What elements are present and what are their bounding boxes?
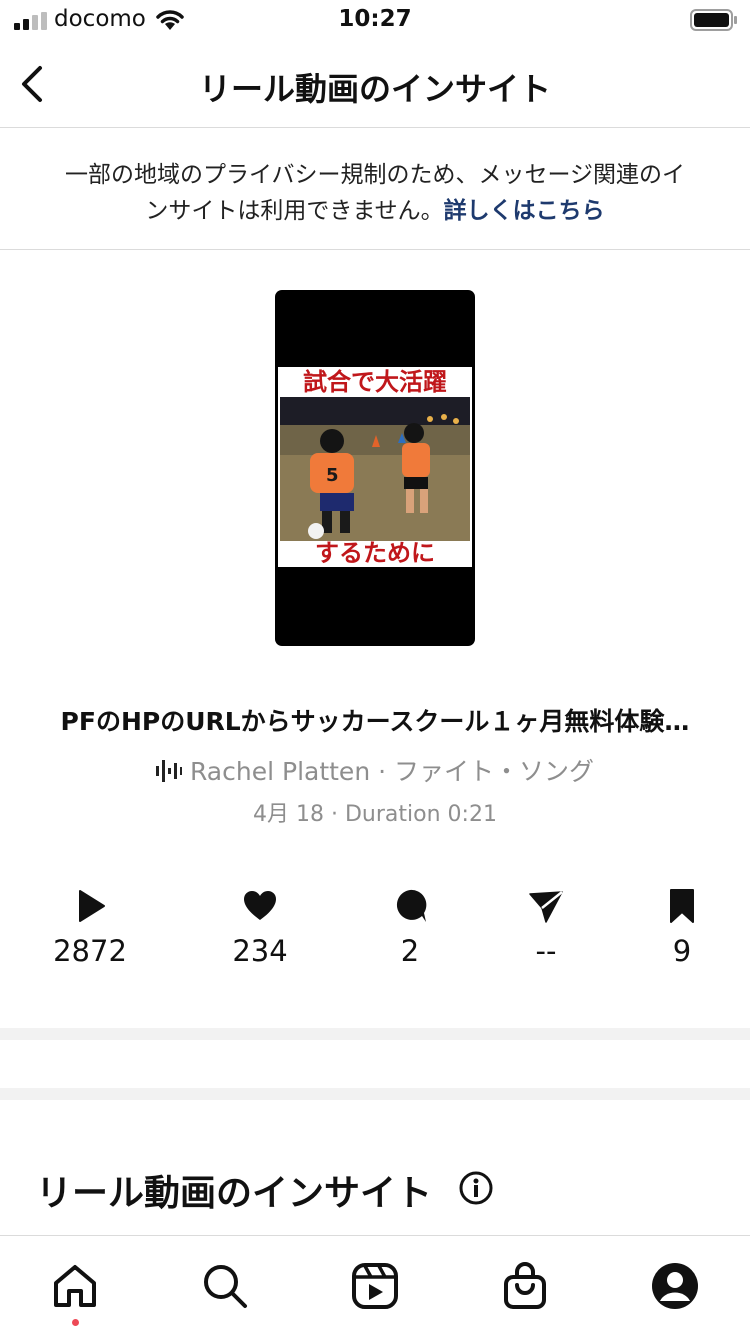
battery-icon [690,9,737,31]
post-caption: PFのHPのURLからサッカースクール１ヶ月無料体験… [60,707,690,736]
audio-wave-icon [155,760,182,782]
comments-count: 2 [400,934,420,968]
soccer-photo: 5 [280,397,470,541]
stat-shares: -- [486,886,606,968]
tab-shop[interactable] [500,1261,550,1311]
svg-text:5: 5 [326,465,339,486]
insights-heading: リール動画のインサイト [36,1173,433,1214]
page-title: リール動画のインサイト [198,70,551,108]
stat-plays: 2872 [30,886,150,968]
shares-count: -- [535,934,557,968]
section-divider [0,1088,750,1100]
privacy-notice: 一部の地域のプライバシー規制のため、メッセージ関連のインサイトは利用できません。… [0,129,750,250]
stat-comments: 2 [350,886,470,968]
stat-saves: 9 [622,886,742,968]
info-icon[interactable] [458,1170,494,1206]
notification-dot [72,1319,79,1326]
thumbnail-caption-bottom: するために [315,539,435,567]
status-bar: docomo 10:27 [0,0,750,40]
profile-icon [652,1263,698,1309]
plays-count: 2872 [53,934,127,968]
reel-thumbnail[interactable]: 試合で大活躍 5 するために [275,290,475,646]
search-icon [204,1265,247,1308]
reels-icon [352,1263,398,1309]
tab-bar [0,1235,750,1334]
heart-icon [244,891,276,920]
shop-icon [504,1262,546,1309]
music-line[interactable]: Rachel Platten · ファイト・ソング [0,752,750,788]
clock: 10:27 [338,6,412,32]
thumbnail-frame: 試合で大活躍 5 するために [278,367,472,567]
post-meta: 4月 18 · Duration 0:21 [253,802,497,827]
section-divider [0,1028,750,1040]
stat-likes: 234 [200,886,320,968]
tab-home[interactable] [50,1261,100,1311]
comment-icon [396,889,427,922]
tab-profile[interactable] [650,1261,700,1311]
play-icon [79,890,105,922]
saves-count: 9 [672,934,692,968]
music-label: Rachel Platten · ファイト・ソング [189,757,595,786]
nav-bar: リール動画のインサイト [0,44,750,128]
home-icon [54,1265,96,1307]
bookmark-icon [670,889,694,923]
tab-reels[interactable] [350,1261,400,1311]
send-icon [529,891,563,923]
tab-search[interactable] [200,1261,250,1311]
learn-more-link[interactable]: 詳しくはこちら [444,198,605,224]
likes-count: 234 [232,934,288,968]
thumbnail-caption-top: 試合で大活躍 [303,368,447,396]
